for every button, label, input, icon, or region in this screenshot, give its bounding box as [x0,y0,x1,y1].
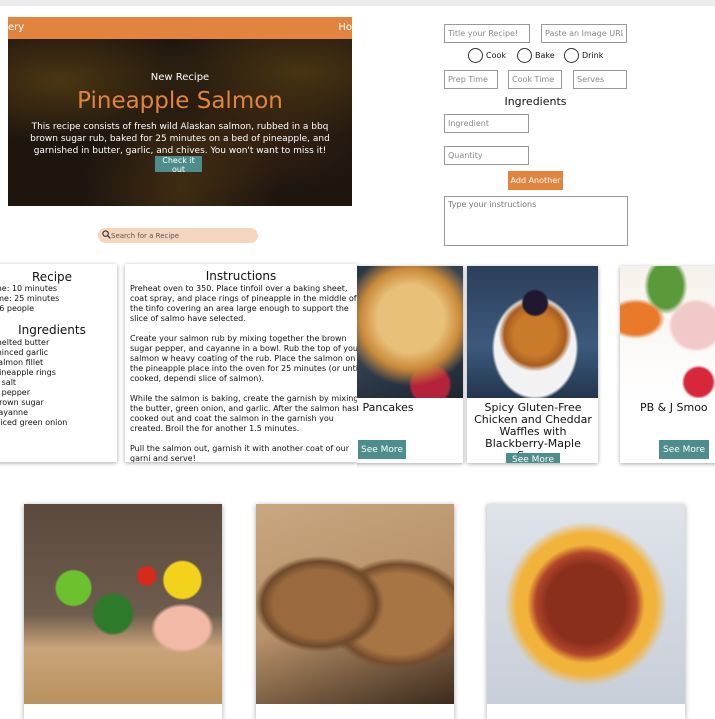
search-bar [98,228,258,243]
ingredients-form-heading: Ingredients [504,95,567,108]
hero-title: Pineapple Salmon [77,88,283,114]
ingredient-item: minced garlic [0,348,49,357]
check-it-out-button[interactable]: Check it out [155,156,202,174]
ingredient-item: brown sugar [0,398,44,407]
ingredient-item: pineapple rings [0,368,56,377]
ingredient-item: p salt [0,378,17,387]
radio-button[interactable] [517,48,532,63]
instructions-card: Instructions Preheat oven to 350. Place … [125,264,357,462]
instruction-paragraph: Create your salmon rub by mixing togethe… [130,334,357,383]
waffles-photo [467,266,598,398]
quantity-input[interactable] [444,146,529,165]
salmon-tray-photo [487,504,685,704]
recipe-card-pancakes[interactable]: an Pancakes See More [357,266,463,463]
instructions-textarea[interactable] [444,196,628,246]
recipe-title-input[interactable] [444,24,530,43]
pancakes-photo [357,266,463,398]
category-card-drink[interactable] [487,504,685,719]
cook-time-line: ime: 25 minutes [0,294,60,303]
smoothie-photo [620,266,715,398]
hero-nav-bar: ery Ho [8,17,352,39]
see-more-button[interactable]: See More [506,453,560,463]
bread-photo [256,504,454,704]
instructions-body: Preheat oven to 350. Place tinfoil over … [130,284,357,462]
ingredient-item: sliced green onion [0,418,68,427]
recipe-card-smoothie[interactable]: PB & J Smoo See More [620,266,715,463]
featured-recipe-banner: New Recipe Pineapple Salmon This recipe … [8,39,352,206]
recipe-carousel[interactable]: an Pancakes See More Spicy Gluten-Free C… [357,258,715,468]
category-card-cook[interactable] [24,504,222,719]
search-input[interactable] [111,228,251,243]
instruction-paragraph: While the salmon is baking, create the g… [130,394,357,433]
radio-button[interactable] [564,48,579,63]
hero-kicker: New Recipe [150,72,210,83]
see-more-button[interactable]: See More [659,440,709,459]
cook-time-input[interactable] [508,70,562,89]
serves-line: : 6 people [0,304,34,313]
search-icon[interactable] [102,230,111,239]
radio-button[interactable] [468,48,483,63]
category-card-bake[interactable] [256,504,454,719]
ingredient-item: cayanne [0,408,28,417]
radio-label: Drink [582,51,604,60]
recipe-heading: Recipe [31,270,73,284]
recipe-card-title: PB & J Smoo [640,401,708,414]
instructions-heading: Instructions [205,269,277,283]
radio-label: Bake [535,51,555,60]
hero-description: This recipe consists of fresh wild Alask… [30,122,330,156]
top-strip [0,0,715,6]
prep-time-line: me: 10 minutes [0,284,58,293]
ingredient-input[interactable] [444,114,529,133]
prep-time-input[interactable] [444,70,498,89]
radio-label: Cook [486,51,507,60]
recipe-details-card: Recipe me: 10 minutes ime: 25 minutes : … [0,264,117,462]
recipe-card-title: an Pancakes [357,401,414,414]
add-another-button[interactable]: Add Another [508,171,563,190]
ingredient-item: melted butter [0,338,50,347]
instruction-paragraph: Pull the salmon out, garnish it with ano… [130,444,350,462]
see-more-button[interactable]: See More [358,440,406,459]
nav-home-link[interactable]: Ho [338,22,352,33]
nav-brand-fragment[interactable]: ery [8,22,24,33]
image-url-input[interactable] [541,24,627,43]
serves-input[interactable] [573,70,627,89]
instruction-paragraph: Preheat oven to 350. Place tinfoil over … [130,284,357,323]
ingredient-item: salmon fillet [0,358,44,367]
ingredients-heading: Ingredients [18,323,86,337]
ingredient-item: p pepper [0,388,30,397]
groceries-photo [24,504,222,704]
category-radio-group: Cook Bake Drink [468,48,618,66]
recipe-card-waffles[interactable]: Spicy Gluten-Free Chicken and Cheddar Wa… [467,266,598,463]
